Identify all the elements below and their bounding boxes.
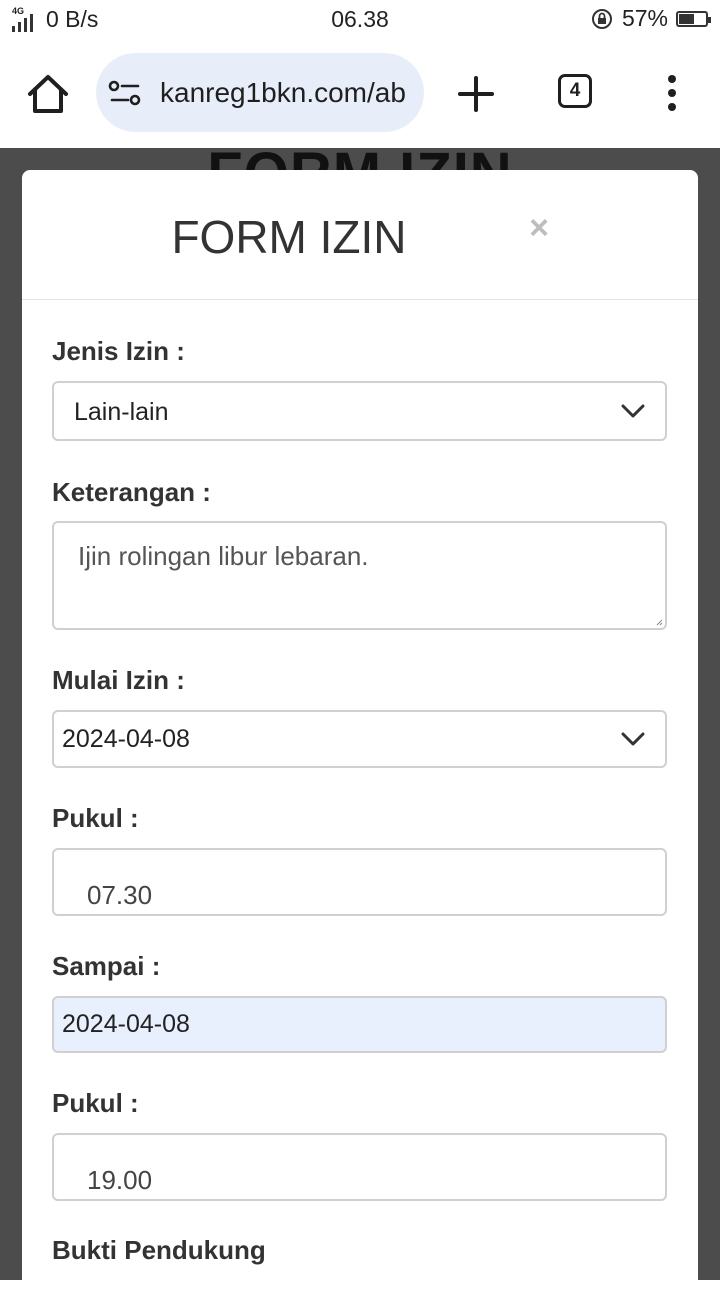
modal-title: FORM IZIN bbox=[171, 211, 407, 263]
pukul-mulai-label: Pukul : bbox=[52, 803, 139, 833]
mulai-izin-label: Mulai Izin : bbox=[52, 665, 185, 695]
home-icon[interactable] bbox=[24, 72, 72, 116]
sampai-label: Sampai : bbox=[52, 951, 161, 981]
resize-grip-icon[interactable] bbox=[655, 618, 663, 626]
overflow-menu-icon[interactable] bbox=[662, 74, 682, 114]
jenis-izin-label: Jenis Izin : bbox=[52, 336, 185, 366]
rotation-lock-icon bbox=[591, 8, 612, 29]
address-bar[interactable]: kanreg1bkn.com/ab bbox=[96, 53, 424, 132]
status-bar: 4G 0 B/s 06.38 57% bbox=[0, 0, 720, 40]
status-right: 57% bbox=[590, 5, 711, 32]
keterangan-label: Keterangan : bbox=[52, 477, 211, 507]
new-tab-plus-icon[interactable] bbox=[456, 74, 496, 114]
pukul-mulai-value: 07.30 bbox=[87, 880, 153, 910]
jenis-izin-select[interactable]: Lain-lain bbox=[52, 381, 667, 441]
pukul-sampai-value: 19.00 bbox=[87, 1165, 153, 1195]
chevron-down-icon bbox=[621, 404, 645, 418]
battery-percent: 57% bbox=[621, 5, 668, 31]
jenis-izin-value: Lain-lain bbox=[74, 398, 169, 426]
pukul-sampai-input[interactable]: 19.00 bbox=[52, 1133, 667, 1201]
sampai-value: 2024-04-08 bbox=[62, 1010, 190, 1038]
mulai-izin-date-input[interactable]: 2024-04-08 bbox=[52, 710, 667, 768]
tabs-counter-icon[interactable]: 4 bbox=[558, 74, 592, 108]
site-settings-icon[interactable] bbox=[108, 79, 142, 107]
close-icon[interactable]: × bbox=[524, 208, 554, 248]
bukti-pendukung-label: Bukti Pendukung bbox=[52, 1235, 266, 1265]
url-text[interactable]: kanreg1bkn.com/ab bbox=[160, 77, 406, 109]
keterangan-textarea[interactable]: Ijin rolingan libur lebaran. bbox=[52, 521, 667, 630]
mulai-izin-value: 2024-04-08 bbox=[62, 725, 190, 753]
battery-level bbox=[679, 13, 694, 24]
battery-icon bbox=[676, 10, 711, 27]
browser-toolbar: kanreg1bkn.com/ab 4 bbox=[0, 40, 720, 148]
sampai-date-input[interactable]: 2024-04-08 bbox=[52, 996, 667, 1053]
keterangan-value: Ijin rolingan libur lebaran. bbox=[78, 541, 369, 571]
chevron-down-icon bbox=[621, 732, 645, 746]
modal-header: FORM IZIN × bbox=[22, 170, 698, 300]
pukul-mulai-input[interactable]: 07.30 bbox=[52, 848, 667, 916]
pukul-sampai-label: Pukul : bbox=[52, 1088, 139, 1118]
form-izin-modal: FORM IZIN × Jenis Izin : Lain-lain Keter… bbox=[22, 170, 698, 1310]
